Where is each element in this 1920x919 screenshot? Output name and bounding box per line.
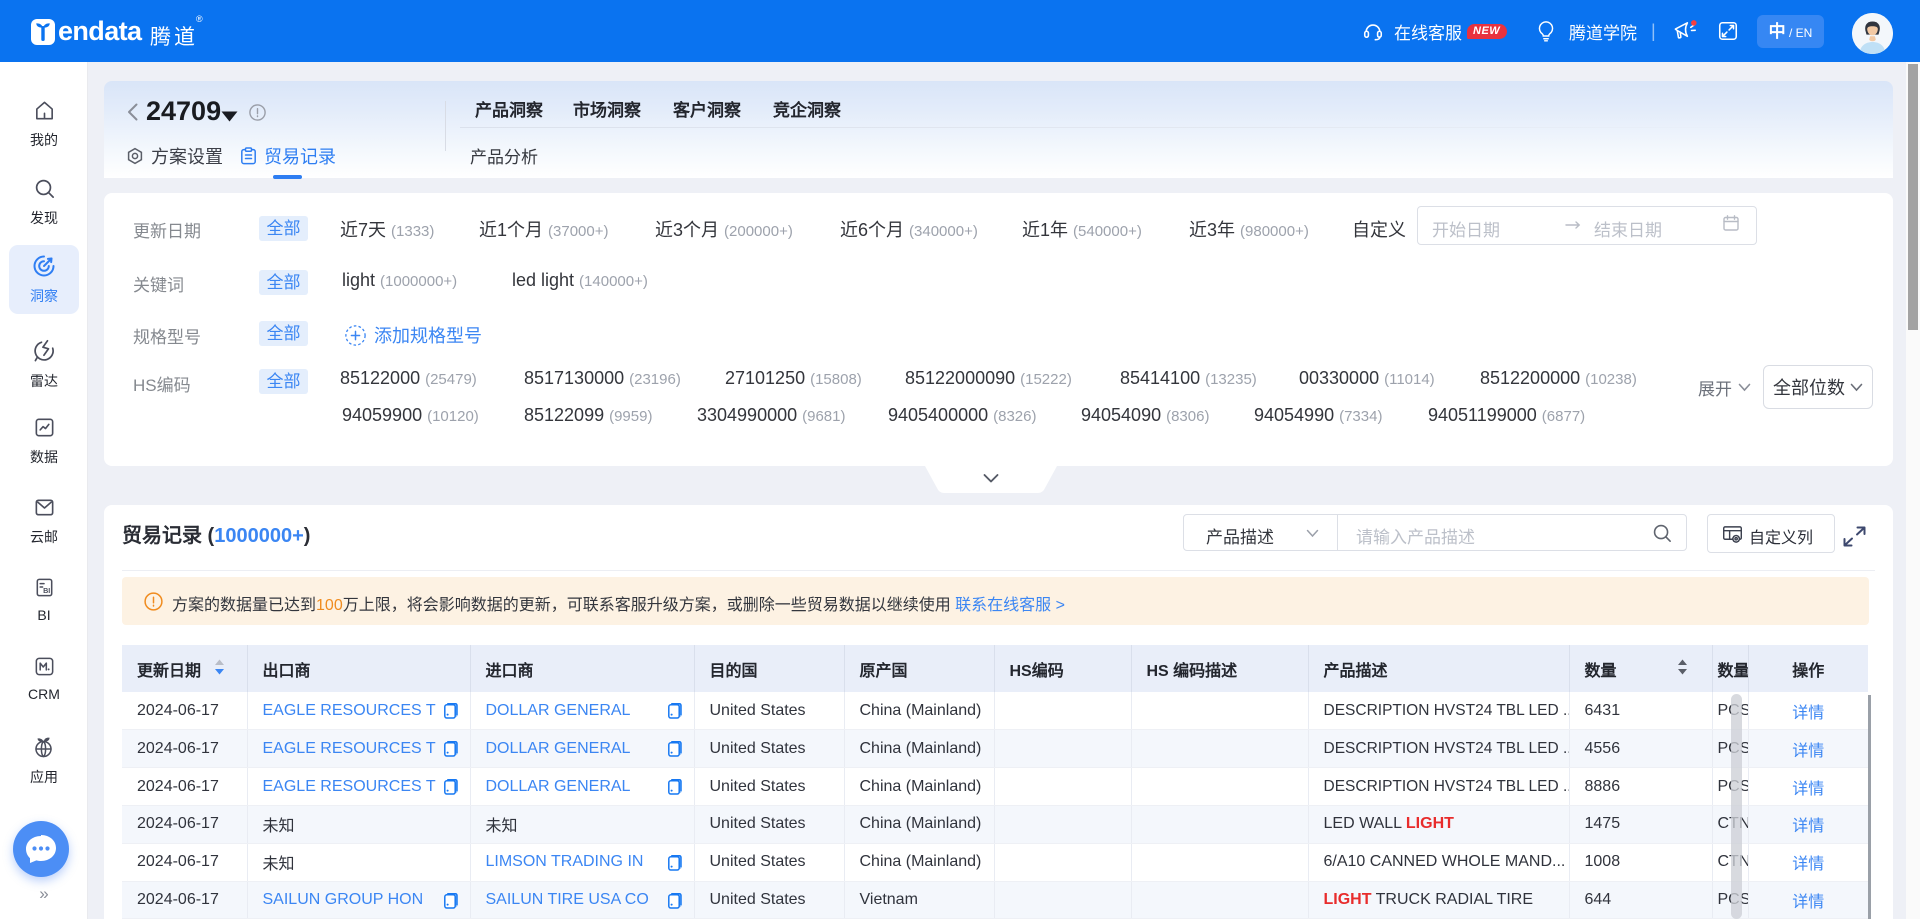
svg-text:BI: BI (43, 587, 50, 595)
